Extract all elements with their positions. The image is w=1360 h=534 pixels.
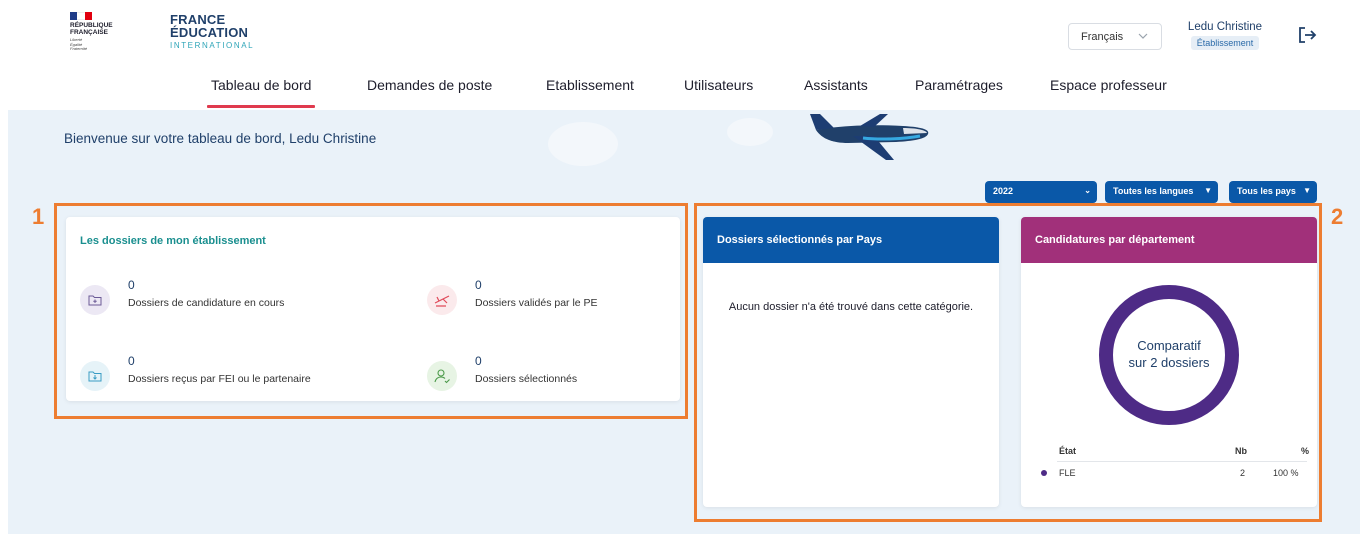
country-filter[interactable]: Tous les pays ▼: [1229, 181, 1317, 203]
annotation-box-2: [694, 203, 1322, 522]
welcome-message: Bienvenue sur votre tableau de bord, Led…: [64, 131, 377, 146]
brand-line-2: ÉDUCATION: [170, 25, 249, 40]
cloud-decoration: [727, 118, 773, 146]
page: RÉPUBLIQUE FRANÇAISE Liberté Égalité Fra…: [0, 0, 1360, 534]
language-select-value: Français: [1081, 31, 1124, 43]
year-filter[interactable]: 2022 ⌄: [985, 181, 1097, 203]
nav-etablissement[interactable]: Etablissement: [546, 77, 634, 93]
main-nav: Tableau de bord Demandes de poste Etabli…: [0, 72, 1360, 108]
airplane-illustration: [808, 112, 933, 167]
header: RÉPUBLIQUE FRANÇAISE Liberté Égalité Fra…: [0, 0, 1360, 110]
republique-line-2: FRANÇAISE: [70, 29, 108, 36]
language-filter[interactable]: Toutes les langues ▼: [1105, 181, 1218, 203]
france-education-international-logo[interactable]: FRANCE ÉDUCATION INTERNATIONAL: [170, 13, 254, 50]
nav-parametrages[interactable]: Paramétrages: [915, 77, 1003, 93]
annotation-number-2: 2: [1331, 204, 1344, 229]
brand-line-3: INTERNATIONAL: [170, 41, 255, 50]
motto-line-3: Fraternité: [70, 46, 88, 51]
user-name: Ledu Christine: [1187, 21, 1263, 33]
user-menu[interactable]: Ledu Christine Établissement: [1180, 21, 1270, 51]
nav-tableau-de-bord[interactable]: Tableau de bord: [206, 77, 316, 108]
caret-down-icon: ▼: [1303, 186, 1311, 195]
caret-down-icon: ▼: [1204, 186, 1212, 195]
cloud-decoration: [548, 122, 618, 166]
annotation-box-1: [54, 203, 688, 419]
country-filter-value: Tous les pays: [1237, 186, 1296, 196]
chevron-down-icon: [1137, 30, 1149, 45]
french-flag-icon: [70, 12, 92, 20]
user-role-badge: Établissement: [1190, 36, 1260, 50]
annotation-number-1: 1: [32, 204, 45, 229]
republique-line-1: RÉPUBLIQUE: [70, 22, 113, 29]
republique-francaise-logo: RÉPUBLIQUE FRANÇAISE Liberté Égalité Fra…: [70, 12, 140, 52]
year-filter-value: 2022: [993, 186, 1014, 196]
language-select[interactable]: Français: [1068, 23, 1162, 50]
logout-icon[interactable]: [1296, 24, 1318, 46]
chevron-down-icon: ⌄: [1084, 186, 1091, 195]
nav-utilisateurs[interactable]: Utilisateurs: [684, 77, 753, 93]
language-filter-value: Toutes les langues: [1113, 186, 1194, 196]
nav-espace-professeur[interactable]: Espace professeur: [1050, 77, 1167, 93]
nav-demandes-de-poste[interactable]: Demandes de poste: [367, 77, 492, 93]
nav-assistants[interactable]: Assistants: [804, 77, 868, 93]
